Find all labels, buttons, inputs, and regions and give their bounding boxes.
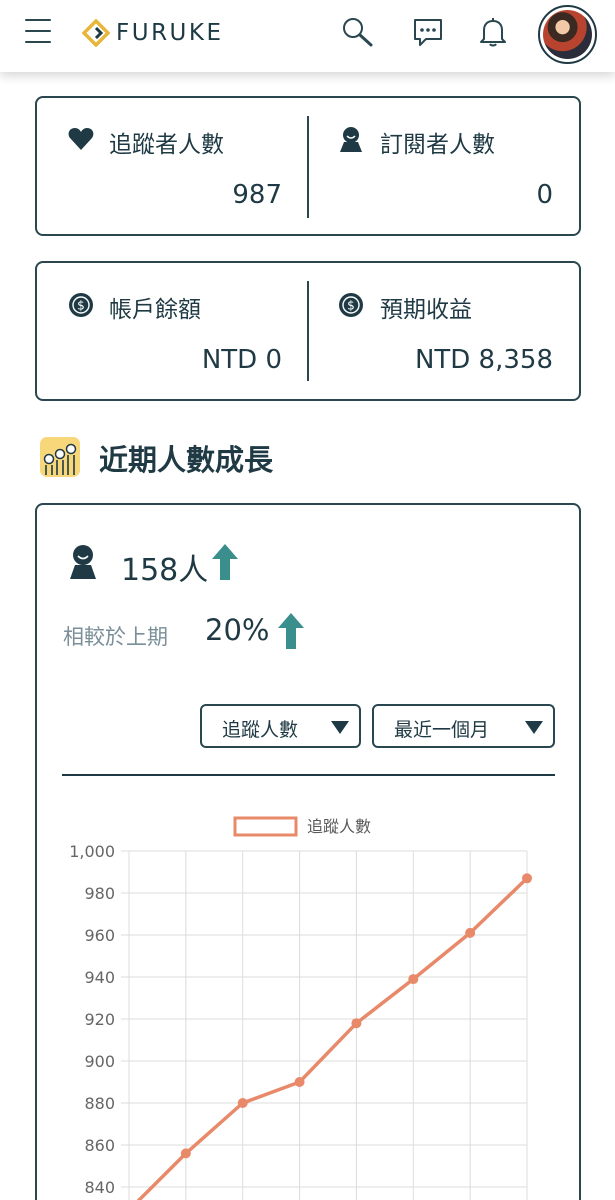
svg-text:$: $ bbox=[347, 299, 355, 313]
caret-down-icon bbox=[525, 721, 543, 734]
period-select-value: 最近一個月 bbox=[394, 719, 490, 741]
growth-count: 158人 bbox=[121, 553, 209, 588]
y-tick-label: 900 bbox=[84, 1052, 115, 1071]
metric-select-value: 追蹤人數 bbox=[222, 719, 299, 741]
divider-line bbox=[62, 774, 555, 776]
legend-swatch[interactable] bbox=[233, 816, 298, 837]
y-tick-label: 960 bbox=[84, 926, 115, 945]
data-point[interactable] bbox=[351, 1018, 362, 1029]
chat-icon[interactable] bbox=[411, 15, 445, 49]
data-point[interactable] bbox=[408, 974, 419, 985]
metric-select[interactable]: 追蹤人數 bbox=[200, 704, 361, 748]
card-divider bbox=[307, 281, 309, 381]
followers-label: 追蹤者人數 bbox=[109, 132, 224, 158]
data-point[interactable] bbox=[465, 927, 476, 938]
y-tick-label: 940 bbox=[84, 968, 115, 987]
expected-income-value: NTD 8,358 bbox=[414, 345, 553, 375]
subscribers-label: 訂閱者人數 bbox=[380, 132, 495, 158]
followers-subscribers-card: 追蹤者人數 987 訂閱者人數 0 bbox=[35, 96, 581, 236]
subscribers-value: 0 bbox=[536, 180, 553, 210]
data-point[interactable] bbox=[180, 1148, 191, 1159]
legend-label[interactable]: 追蹤人數 bbox=[307, 817, 371, 836]
y-tick-label: 1,000 bbox=[69, 842, 115, 861]
card-divider bbox=[307, 116, 309, 218]
data-point[interactable] bbox=[237, 1098, 248, 1108]
bell-icon[interactable] bbox=[476, 15, 510, 49]
expected-income-label: 預期收益 bbox=[380, 297, 472, 323]
user-avatar[interactable] bbox=[538, 5, 597, 64]
period-select[interactable]: 最近一個月 bbox=[372, 704, 555, 748]
balance-value: NTD 0 bbox=[201, 345, 282, 375]
top-bar: FURUKE bbox=[0, 0, 615, 72]
dollar-coin-icon: $ bbox=[339, 293, 363, 317]
brand-name: FURUKE bbox=[116, 20, 224, 46]
growth-card: 158人 相較於上期 20% 追蹤人數 最近一個月 1,000 980 960 940… bbox=[35, 503, 581, 1200]
data-point[interactable] bbox=[294, 1077, 305, 1087]
y-tick-label: 980 bbox=[84, 884, 115, 903]
search-icon[interactable] bbox=[340, 15, 374, 49]
section-title: 近期人數成長 bbox=[99, 443, 274, 477]
y-tick-label: 860 bbox=[84, 1136, 115, 1155]
followers-line-chart: 1,000 980 960 940 920 900 880 860 840 追蹤人數 bbox=[69, 816, 532, 1200]
hamburger-menu-icon[interactable] bbox=[25, 19, 51, 45]
caret-down-icon bbox=[331, 721, 349, 734]
up-arrow-icon bbox=[278, 613, 304, 649]
balance-label: 帳戶餘額 bbox=[109, 297, 201, 323]
avatar-photo bbox=[543, 10, 592, 59]
y-tick-label: 920 bbox=[84, 1010, 115, 1029]
compare-value: 20% bbox=[205, 613, 270, 647]
balance-income-card: $ 帳戶餘額 NTD 0 $ 預期收益 NTD 8,358 bbox=[35, 261, 581, 401]
person-icon bbox=[340, 127, 362, 152]
compare-label: 相較於上期 bbox=[63, 625, 168, 649]
followers-value: 987 bbox=[232, 180, 282, 210]
heart-icon bbox=[68, 128, 94, 150]
brand-logo[interactable]: FURUKE bbox=[82, 18, 224, 48]
growth-people-icon bbox=[40, 437, 80, 477]
up-arrow-icon bbox=[212, 544, 238, 580]
svg-text:$: $ bbox=[77, 299, 85, 313]
dollar-coin-icon: $ bbox=[69, 293, 93, 317]
y-tick-label: 840 bbox=[84, 1178, 115, 1197]
person-icon bbox=[70, 545, 96, 579]
y-tick-label: 880 bbox=[84, 1094, 115, 1113]
data-point[interactable] bbox=[522, 873, 532, 884]
logo-icon bbox=[82, 19, 110, 47]
